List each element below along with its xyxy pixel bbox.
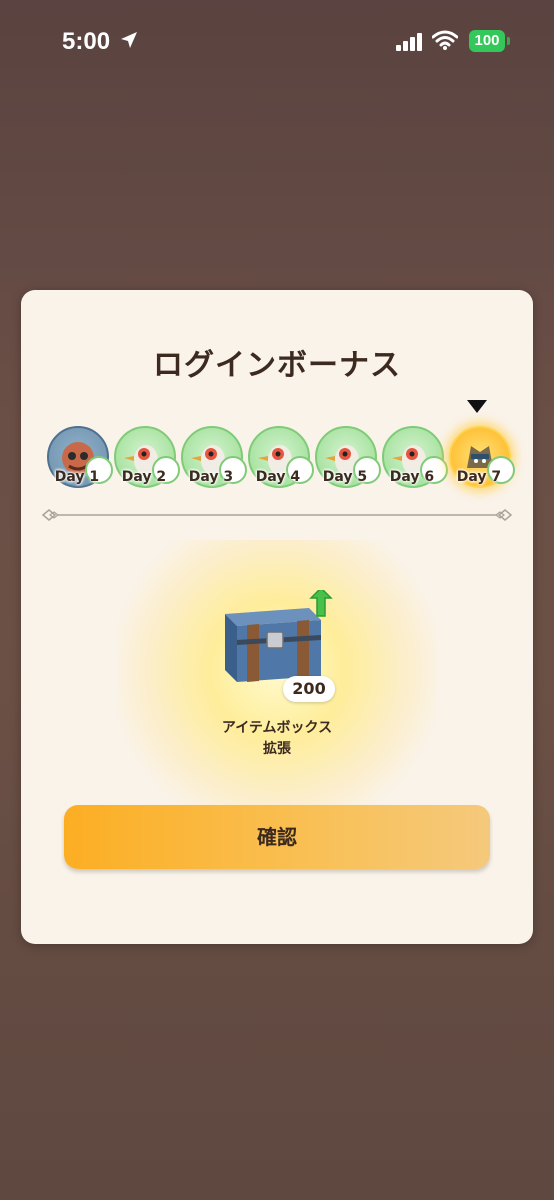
day-item-2[interactable]: Day 2 bbox=[112, 424, 180, 494]
ornamental-divider bbox=[41, 509, 513, 521]
day-item-4[interactable]: Day 4 bbox=[246, 424, 314, 494]
cellular-signal-icon bbox=[396, 33, 422, 51]
login-bonus-dialog: ログインボーナス Day 1 Day 2 Day 3 Day 4 Day 5 D… bbox=[21, 290, 533, 944]
reward-name-line2: 拡張 bbox=[263, 741, 291, 757]
day-item-1[interactable]: Day 1 bbox=[45, 424, 113, 494]
status-bar: 5:00 100 bbox=[0, 0, 554, 84]
day-label: Day 6 bbox=[389, 469, 435, 485]
location-arrow-icon bbox=[121, 32, 137, 48]
battery-icon: 100 bbox=[469, 30, 505, 52]
day-item-7[interactable]: Day 7 bbox=[447, 424, 515, 494]
treasure-chest-icon bbox=[225, 590, 333, 682]
reward-count-badge: 200 bbox=[283, 676, 335, 702]
day-label: Day 4 bbox=[255, 469, 301, 485]
day-label: Day 7 bbox=[456, 469, 502, 485]
reward-name: アイテムボックス 拡張 bbox=[21, 718, 533, 760]
day-label: Day 5 bbox=[322, 469, 368, 485]
day-item-3[interactable]: Day 3 bbox=[179, 424, 247, 494]
reward-name-line1: アイテムボックス bbox=[221, 720, 333, 736]
day-item-5[interactable]: Day 5 bbox=[313, 424, 381, 494]
wifi-icon bbox=[432, 30, 458, 50]
day-label: Day 1 bbox=[54, 469, 100, 485]
day-label: Day 2 bbox=[121, 469, 167, 485]
confirm-button[interactable]: 確認 bbox=[64, 805, 490, 869]
status-time: 5:00 bbox=[62, 28, 111, 55]
dialog-title: ログインボーナス bbox=[153, 348, 401, 383]
battery-tip bbox=[507, 37, 510, 45]
day-label: Day 3 bbox=[188, 469, 234, 485]
day-progress-row: Day 1 Day 2 Day 3 Day 4 Day 5 Day 6 Day … bbox=[45, 424, 515, 494]
current-day-marker-icon bbox=[467, 400, 487, 413]
day-item-6[interactable]: Day 6 bbox=[380, 424, 448, 494]
